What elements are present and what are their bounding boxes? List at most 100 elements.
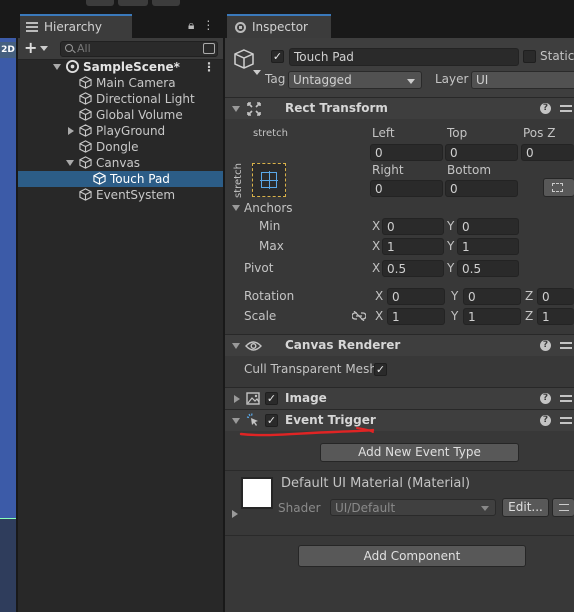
anchor-max-x-field[interactable]: 1 xyxy=(382,238,444,255)
help-icon[interactable]: ? xyxy=(540,340,551,351)
top-field[interactable]: 0 xyxy=(445,144,518,161)
add-new-event-type-button[interactable]: Add New Event Type xyxy=(320,443,519,462)
info-icon xyxy=(235,21,246,33)
cull-transparent-mesh-checkbox[interactable]: ✓ xyxy=(374,363,387,376)
hierarchy-item-main-camera[interactable]: Main Camera xyxy=(18,75,223,91)
layer-label: Layer xyxy=(435,72,469,86)
rotation-z-field[interactable]: 0 xyxy=(537,288,574,305)
anchor-min-x-field[interactable]: 0 xyxy=(382,218,444,235)
pivot-x-label: X xyxy=(372,261,381,275)
fold-arrow-icon[interactable] xyxy=(234,395,240,403)
search-filter-icon[interactable] xyxy=(203,43,215,54)
help-icon[interactable]: ? xyxy=(540,103,551,114)
hierarchy-item-touch-pad[interactable]: Touch Pad xyxy=(18,171,223,187)
anchor-min-y-field[interactable]: 0 xyxy=(457,218,519,235)
settings-sliders-icon[interactable] xyxy=(560,103,572,115)
hierarchy-item-label: Touch Pad xyxy=(110,172,170,186)
settings-sliders-icon[interactable] xyxy=(560,393,572,405)
scene-kebab-icon[interactable]: ⋮ xyxy=(203,60,215,74)
hierarchy-item-playground[interactable]: PlayGround xyxy=(18,123,223,139)
tag-dropdown[interactable]: Untagged xyxy=(288,71,422,89)
scale-y-field[interactable]: 1 xyxy=(463,308,521,325)
hierarchy-item-global-volume[interactable]: Global Volume xyxy=(18,107,223,123)
fold-arrow-icon[interactable] xyxy=(232,343,240,349)
hierarchy-item-label: Global Volume xyxy=(96,108,183,122)
static-checkbox[interactable] xyxy=(523,50,536,63)
pivot-x-field[interactable]: 0.5 xyxy=(382,260,444,277)
scale-x-field[interactable]: 1 xyxy=(387,308,445,325)
fold-arrow-icon[interactable] xyxy=(232,106,240,112)
search-icon xyxy=(65,44,73,52)
kebab-menu-icon[interactable]: ⋮ xyxy=(202,18,214,33)
anchor-presets-button[interactable] xyxy=(252,163,286,197)
hierarchy-item-dongle[interactable]: Dongle xyxy=(18,139,223,155)
hierarchy-item-eventsystem[interactable]: EventSystem xyxy=(18,187,223,203)
inspector-tabbar: Inspector xyxy=(225,14,574,38)
add-component-button[interactable]: Add Component xyxy=(298,545,526,567)
inspector-panel: Inspector ✓ Touch Pad Static Tag Untagge… xyxy=(225,14,574,612)
tab-inspector[interactable]: Inspector xyxy=(227,14,331,38)
canvas-renderer-header[interactable]: Canvas Renderer ? xyxy=(225,334,574,356)
scene-row[interactable]: SampleScene* ⋮ xyxy=(18,59,223,75)
hierarchy-item-label: Dongle xyxy=(96,140,139,154)
anchor-stretch-icon xyxy=(260,171,278,189)
material-fold-arrow-icon[interactable] xyxy=(232,510,238,518)
posz-label: Pos Z xyxy=(523,126,556,140)
shader-dropdown[interactable]: UI/Default xyxy=(330,499,496,516)
add-object-button[interactable]: + xyxy=(24,40,37,56)
gameobject-cube-icon xyxy=(79,92,92,105)
bottom-field[interactable]: 0 xyxy=(445,180,518,197)
posz-field[interactable]: 0 xyxy=(521,144,574,161)
material-preview-swatch[interactable] xyxy=(241,477,273,509)
expand-arrow-icon[interactable] xyxy=(66,160,74,166)
hierarchy-item-canvas[interactable]: Canvas xyxy=(18,155,223,171)
active-checkbox[interactable]: ✓ xyxy=(271,50,284,63)
edit-shader-button[interactable]: Edit... xyxy=(502,498,549,517)
anchor-max-y-field[interactable]: 1 xyxy=(457,238,519,255)
toolbar-button[interactable] xyxy=(152,0,180,6)
eye-icon xyxy=(245,341,262,351)
hierarchy-search-input[interactable]: All xyxy=(60,41,218,57)
scale-label: Scale xyxy=(244,309,277,323)
lock-icon[interactable]: 🔒︎ xyxy=(188,18,194,33)
help-icon[interactable]: ? xyxy=(540,393,551,404)
blueprint-mode-button[interactable] xyxy=(543,178,574,197)
hierarchy-tabbar: Hierarchy 🔒︎ ⋮ xyxy=(18,14,223,38)
scene-view-canvas[interactable] xyxy=(0,518,16,612)
expand-arrow-icon[interactable] xyxy=(53,64,61,70)
settings-sliders-icon[interactable] xyxy=(560,340,572,352)
hierarchy-item-label: Canvas xyxy=(96,156,141,170)
help-icon[interactable]: ? xyxy=(540,415,551,426)
rotation-y-field[interactable]: 0 xyxy=(463,288,521,305)
scene-2d-toggle[interactable]: 2D xyxy=(0,42,16,58)
max-y-label: Y xyxy=(447,239,455,253)
top-toolbar-strip xyxy=(0,0,574,14)
pivot-y-field[interactable]: 0.5 xyxy=(457,260,519,277)
chevron-down-icon[interactable] xyxy=(253,70,261,75)
pivot-y-label: Y xyxy=(447,261,455,275)
object-name-field[interactable]: Touch Pad xyxy=(289,48,519,66)
fold-arrow-icon[interactable] xyxy=(232,418,240,424)
settings-sliders-icon[interactable] xyxy=(560,415,572,427)
rect-transform-title: Rect Transform xyxy=(285,101,388,115)
layer-dropdown[interactable]: UI xyxy=(471,71,574,89)
image-header[interactable]: ✓ Image ? xyxy=(225,387,574,409)
shader-label: Shader xyxy=(278,501,321,515)
expand-arrow-icon[interactable] xyxy=(68,127,74,135)
image-enabled-checkbox[interactable]: ✓ xyxy=(265,392,278,405)
hierarchy-item-label: Main Camera xyxy=(96,76,176,90)
constrain-proportions-link-icon[interactable] xyxy=(352,311,366,321)
hierarchy-item-directional-light[interactable]: Directional Light xyxy=(18,91,223,107)
toolbar-button[interactable] xyxy=(86,0,114,6)
scale-z-field[interactable]: 1 xyxy=(537,308,574,325)
right-field[interactable]: 0 xyxy=(370,180,443,197)
left-field[interactable]: 0 xyxy=(370,144,443,161)
rect-transform-header[interactable]: Rect Transform ? xyxy=(225,97,574,119)
tab-hierarchy[interactable]: Hierarchy xyxy=(20,14,132,38)
anchors-fold-arrow-icon[interactable] xyxy=(232,205,240,211)
chevron-down-icon[interactable] xyxy=(40,46,48,51)
toolbar-button[interactable] xyxy=(118,0,148,6)
rot-z-label: Z xyxy=(525,289,534,303)
shader-menu-button[interactable] xyxy=(552,498,574,517)
rotation-x-field[interactable]: 0 xyxy=(387,288,445,305)
